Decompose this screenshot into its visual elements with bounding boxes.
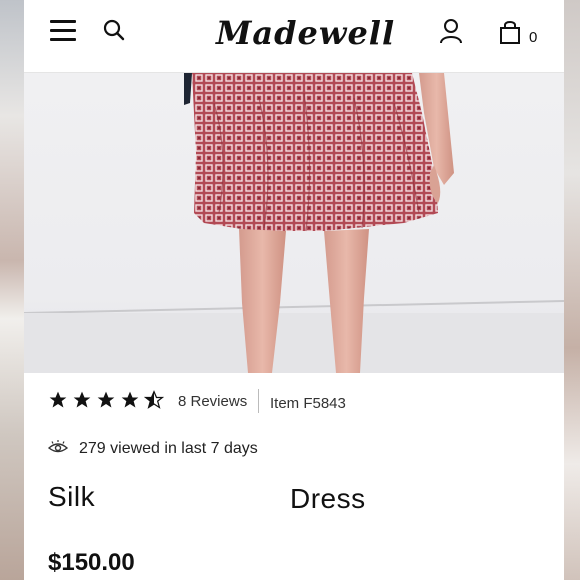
bag-count[interactable]: 0 (529, 29, 537, 46)
shopping-bag-icon[interactable] (499, 20, 521, 44)
rating-stars[interactable] (48, 390, 164, 410)
divider (258, 389, 259, 413)
star-icon (97, 391, 115, 408)
star-icon (49, 391, 67, 408)
product-title-part-2: Dress (290, 483, 366, 514)
eye-icon (48, 440, 68, 453)
product-info: 8 Reviews Item F5843 279 viewed in last … (24, 373, 564, 580)
background-left-strip (0, 0, 24, 580)
star-icon (73, 391, 91, 408)
star-icon (121, 391, 139, 408)
product-title-part-1: Silk (48, 481, 96, 512)
half-star-icon (144, 390, 164, 409)
product-photo (24, 73, 564, 373)
product-image[interactable] (24, 73, 564, 373)
account-icon[interactable] (439, 18, 463, 44)
item-number: Item F5843 (270, 395, 346, 412)
product-price: $150.00 (48, 549, 135, 576)
viewed-count: 279 viewed in last 7 days (79, 440, 258, 457)
reviews-link[interactable]: 8 Reviews (178, 393, 247, 410)
search-icon[interactable] (102, 18, 126, 42)
brand-logo[interactable]: Madewell (216, 14, 395, 52)
site-header: Madewell 0 (24, 0, 564, 73)
product-page: Madewell 0 8 Reviews Item F5843 279 view… (24, 0, 564, 580)
menu-icon[interactable] (50, 20, 76, 42)
